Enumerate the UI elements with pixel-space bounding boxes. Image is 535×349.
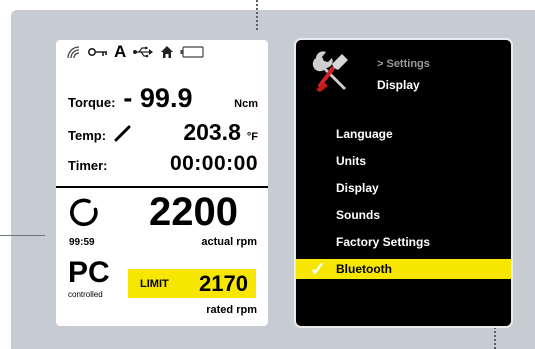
torque-label: Torque:	[68, 95, 116, 110]
auto-a-icon: A	[114, 42, 127, 61]
timer-label: Timer:	[68, 158, 108, 173]
usb-icon	[132, 44, 154, 60]
menu-item-label: Factory Settings	[336, 234, 431, 249]
temp-value: 203.8	[183, 119, 241, 145]
breadcrumb: > Settings	[377, 58, 430, 70]
current-section-title: Display	[377, 78, 420, 92]
limit-label: LIMIT	[140, 277, 169, 290]
battery-icon	[180, 44, 204, 60]
speed-value: 2200	[149, 190, 238, 234]
menu-item-sounds[interactable]: Sounds	[296, 201, 511, 228]
menu-item-units[interactable]: Units	[296, 147, 511, 174]
menu-item-label: Language	[336, 126, 393, 141]
menu-item-language[interactable]: Language	[296, 120, 511, 147]
key-icon	[88, 44, 108, 60]
menu-item-label: Sounds	[336, 207, 380, 222]
menu-item-factory-settings[interactable]: Factory Settings	[296, 228, 511, 255]
tools-icon	[310, 48, 356, 99]
thermo-probe-icon	[114, 124, 132, 142]
speed-timer: 99:59	[69, 237, 95, 248]
checkmark-icon: ✓	[310, 259, 326, 281]
torque-row: Torque: - 99.9 Ncm	[68, 83, 258, 114]
menu-item-display[interactable]: Display	[296, 174, 511, 201]
home-icon	[160, 44, 174, 60]
status-bar: A	[66, 42, 261, 61]
torque-unit: Ncm	[234, 98, 258, 110]
temp-row: Temp: 203.8 °F	[68, 119, 258, 146]
limit-value: 2170	[199, 270, 248, 296]
temp-label: Temp:	[68, 128, 107, 143]
menu-item-bluetooth[interactable]: ✓ Bluetooth	[296, 259, 511, 281]
rated-rpm-label: rated rpm	[206, 304, 257, 316]
main-display-screen: A Torque: - 99.9 Ncm Temp: 203.8 °F Time…	[56, 40, 268, 326]
limit-box: LIMIT 2170	[128, 269, 256, 298]
timer-value: 00:00:00	[169, 152, 258, 175]
settings-menu: Language Units Display Sounds Factory Se…	[296, 120, 511, 281]
menu-item-label: Display	[336, 180, 379, 195]
control-mode: PC	[68, 256, 110, 289]
callout-dotted-line-top	[256, 0, 258, 30]
wireless-icon	[66, 44, 82, 60]
timer-row: Timer: 00:00:00	[68, 152, 258, 176]
rotation-icon	[68, 197, 100, 234]
torque-value: - 99.9	[123, 83, 193, 113]
display-divider	[56, 186, 268, 188]
settings-screen: > Settings Display Language Units Displa…	[296, 40, 511, 326]
menu-item-label: Bluetooth	[336, 262, 392, 276]
control-sub: controlled	[68, 290, 103, 299]
temp-unit: °F	[246, 131, 258, 143]
menu-item-label: Units	[336, 153, 366, 168]
actual-rpm-label: actual rpm	[201, 236, 257, 248]
callout-leader-line-left	[0, 235, 45, 236]
